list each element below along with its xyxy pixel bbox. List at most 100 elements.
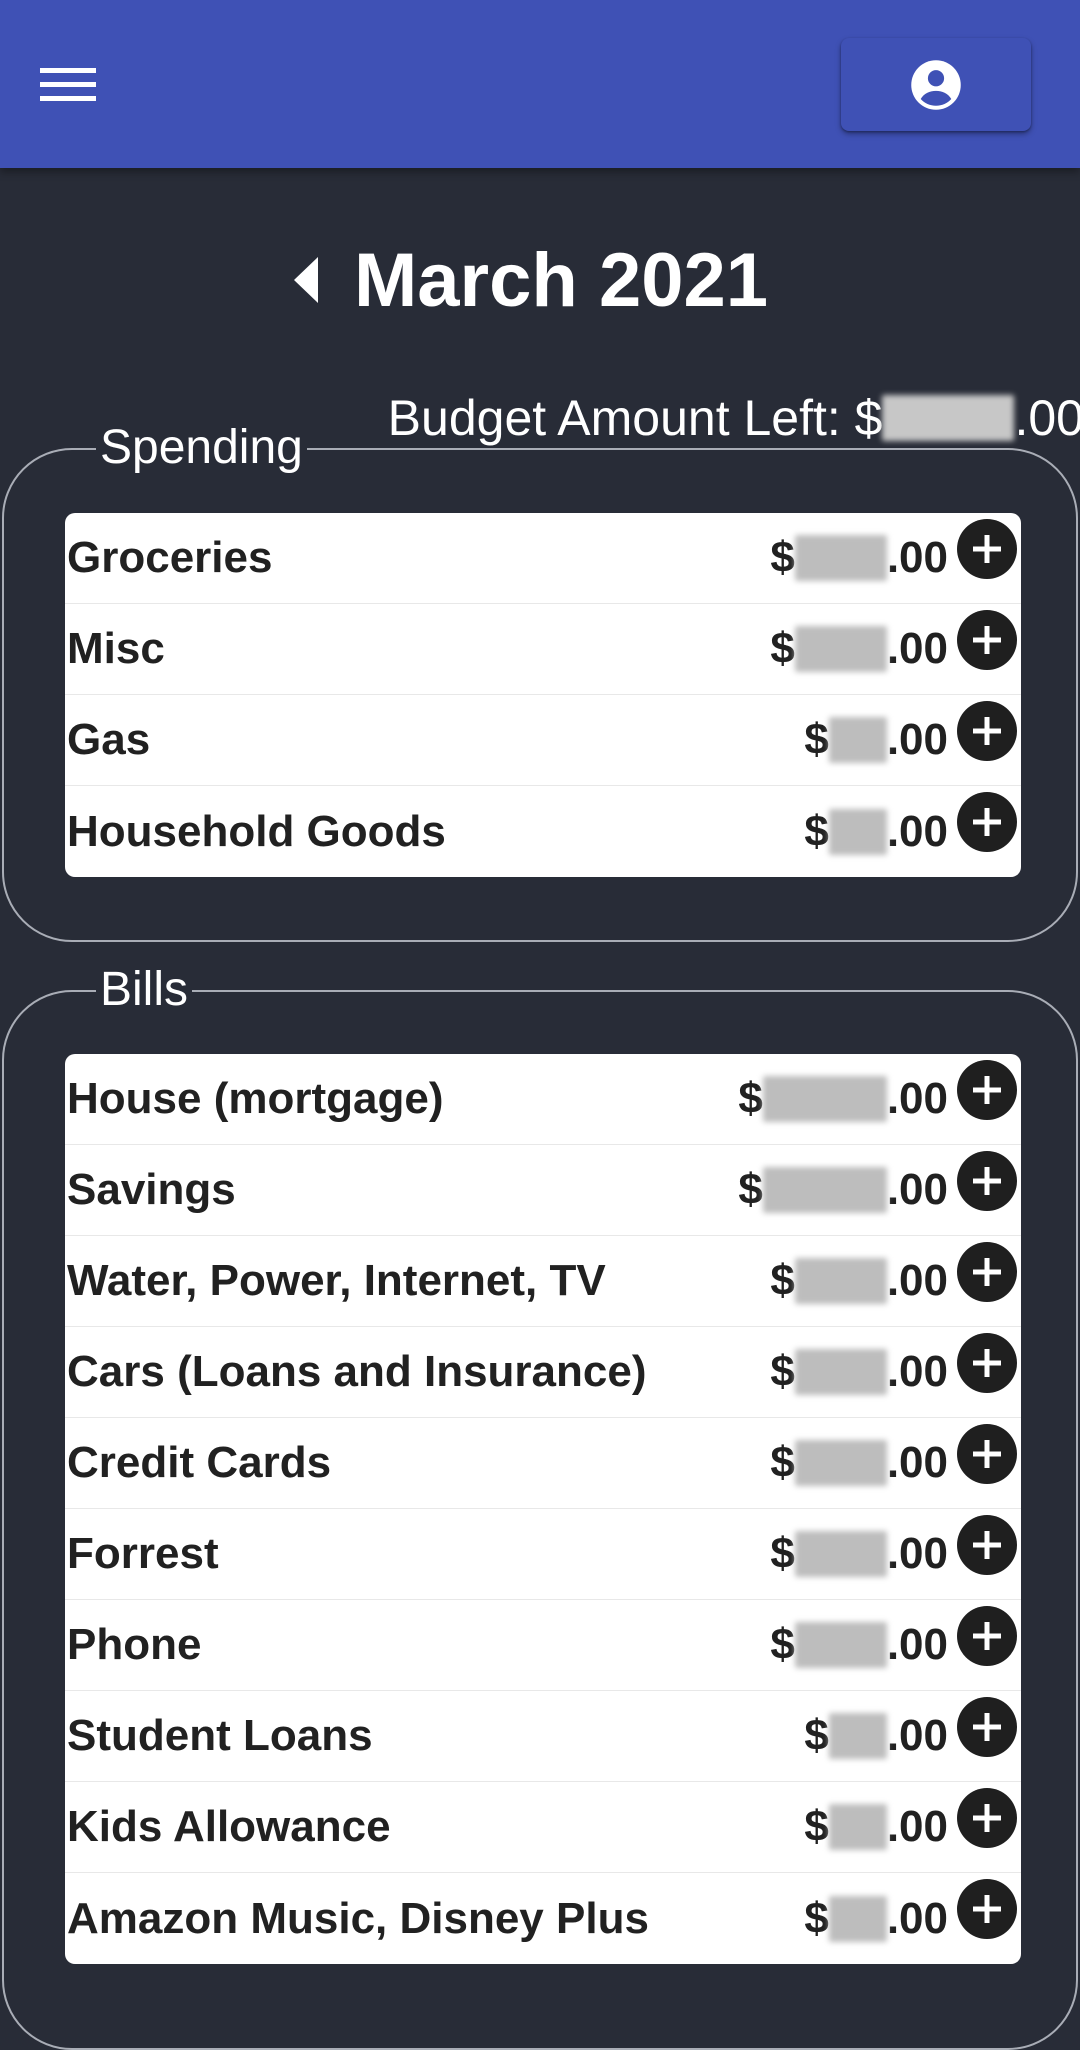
list-item-groceries[interactable]: Groceries $ .00: [65, 513, 1021, 604]
amount-redacted: [828, 1804, 887, 1850]
amount-redacted: [794, 1531, 887, 1577]
amount-redacted: [794, 1622, 887, 1668]
account-circle-icon: [911, 59, 961, 110]
item-name: House (mortgage): [67, 1074, 444, 1123]
item-amount: $ .00: [804, 1802, 948, 1851]
list-item-kids-allowance[interactable]: Kids Allowance $ .00: [65, 1782, 1021, 1873]
item-name: Credit Cards: [67, 1438, 332, 1487]
amount-redacted: [794, 626, 887, 672]
spending-section: Spending Groceries $ .00 Misc $ .00 Gas $.…: [2, 420, 1078, 942]
item-amount: $ .00: [804, 715, 948, 764]
amount-redacted: [794, 535, 887, 581]
hamburger-menu-icon: [40, 68, 96, 101]
plus-icon: [973, 1167, 1001, 1195]
add-transaction-button[interactable]: [957, 1060, 1017, 1120]
list-item-gas[interactable]: Gas $ .00: [65, 695, 1021, 786]
item-amount: $ .00: [770, 533, 948, 582]
item-amount: $ .00: [770, 1347, 948, 1396]
item-amount: $ .00: [770, 1256, 948, 1305]
budget-amount-redacted: [882, 394, 1015, 441]
bills-list: House (mortgage) $ .00 Savings $ .00 Water…: [65, 1054, 1021, 1964]
amount-redacted: [828, 808, 887, 855]
item-name: Household Goods: [67, 806, 446, 856]
amount-redacted: [828, 1713, 887, 1759]
plus-icon: [973, 1440, 1001, 1468]
amount-redacted: [794, 1258, 887, 1304]
list-item-student-loans[interactable]: Student Loans $ .00: [65, 1691, 1021, 1782]
item-name: Amazon Music, Disney Plus: [67, 1893, 649, 1943]
amount-redacted: [762, 1167, 887, 1213]
previous-month-button[interactable]: [282, 250, 332, 310]
chevron-left-icon: [293, 257, 318, 303]
list-item-cars[interactable]: Cars (Loans and Insurance) $ .00: [65, 1327, 1021, 1418]
item-amount: $ .00: [770, 1620, 948, 1669]
budget-cents: .00: [1014, 390, 1080, 446]
list-item-misc[interactable]: Misc $ .00: [65, 604, 1021, 695]
list-item-savings[interactable]: Savings $ .00: [65, 1145, 1021, 1236]
list-item-amazon-music-disney-plus[interactable]: Amazon Music, Disney Plus $ .00: [65, 1873, 1021, 1964]
plus-icon: [973, 1713, 1001, 1741]
item-amount: $ .00: [804, 806, 948, 856]
item-name: Groceries: [67, 533, 273, 582]
bills-legend: Bills: [96, 962, 193, 1018]
add-transaction-button[interactable]: [957, 1333, 1017, 1393]
item-amount: $ .00: [804, 1893, 948, 1943]
plus-icon: [973, 1349, 1001, 1377]
add-transaction-button[interactable]: [957, 1606, 1017, 1666]
amount-redacted: [762, 1076, 887, 1122]
plus-icon: [973, 1258, 1001, 1286]
add-transaction-button[interactable]: [957, 610, 1017, 670]
plus-icon: [973, 1076, 1001, 1104]
app-bar: [0, 0, 1080, 168]
plus-icon: [973, 717, 1001, 745]
amount-redacted: [828, 1895, 887, 1942]
item-name: Forrest: [67, 1529, 219, 1578]
budget-amount-left: Budget Amount Left: $ .00: [388, 383, 1080, 453]
list-item-forrest[interactable]: Forrest $ .00: [65, 1509, 1021, 1600]
account-button[interactable]: [841, 38, 1031, 131]
add-transaction-button[interactable]: [957, 519, 1017, 579]
plus-icon: [973, 535, 1001, 563]
amount-redacted: [794, 1349, 887, 1395]
list-item-house-mortgage[interactable]: House (mortgage) $ .00: [65, 1054, 1021, 1145]
plus-icon: [973, 808, 1001, 836]
item-name: Phone: [67, 1620, 202, 1669]
add-transaction-button[interactable]: [957, 1424, 1017, 1484]
add-transaction-button[interactable]: [957, 792, 1017, 852]
item-amount: $ .00: [770, 624, 948, 673]
amount-redacted: [794, 1440, 887, 1486]
plus-icon: [973, 1895, 1001, 1923]
list-item-credit-cards[interactable]: Credit Cards $ .00: [65, 1418, 1021, 1509]
item-amount: $ .00: [738, 1165, 948, 1214]
add-transaction-button[interactable]: [957, 1788, 1017, 1848]
add-transaction-button[interactable]: [957, 1151, 1017, 1211]
item-name: Gas: [67, 715, 151, 764]
item-name: Savings: [67, 1165, 236, 1214]
month-navigation: March 2021: [0, 230, 1080, 330]
item-name: Water, Power, Internet, TV: [67, 1256, 606, 1305]
add-transaction-button[interactable]: [957, 1879, 1017, 1939]
plus-icon: [973, 1531, 1001, 1559]
amount-redacted: [828, 717, 887, 763]
bills-section: Bills House (mortgage) $ .00 Savings $ .00…: [2, 962, 1078, 2050]
item-amount: $ .00: [770, 1438, 948, 1487]
item-amount: $ .00: [738, 1074, 948, 1123]
plus-icon: [973, 626, 1001, 654]
add-transaction-button[interactable]: [957, 1697, 1017, 1757]
item-name: Kids Allowance: [67, 1802, 391, 1851]
add-transaction-button[interactable]: [957, 1242, 1017, 1302]
item-name: Cars (Loans and Insurance): [67, 1347, 647, 1396]
list-item-phone[interactable]: Phone $ .00: [65, 1600, 1021, 1691]
list-item-water-power-internet-tv[interactable]: Water, Power, Internet, TV $ .00: [65, 1236, 1021, 1327]
item-amount: $ .00: [804, 1711, 948, 1760]
add-transaction-button[interactable]: [957, 1515, 1017, 1575]
budget-label: Budget Amount Left: $: [387, 390, 883, 446]
plus-icon: [973, 1804, 1001, 1832]
add-transaction-button[interactable]: [957, 701, 1017, 761]
spending-legend: Spending: [96, 420, 307, 476]
menu-button[interactable]: [40, 44, 130, 124]
item-amount: $ .00: [770, 1529, 948, 1578]
list-item-household-goods[interactable]: Household Goods $ .00: [65, 786, 1021, 877]
month-title: March 2021: [353, 237, 769, 323]
spending-list: Groceries $ .00 Misc $ .00 Gas $ .00 Househ…: [65, 513, 1021, 877]
